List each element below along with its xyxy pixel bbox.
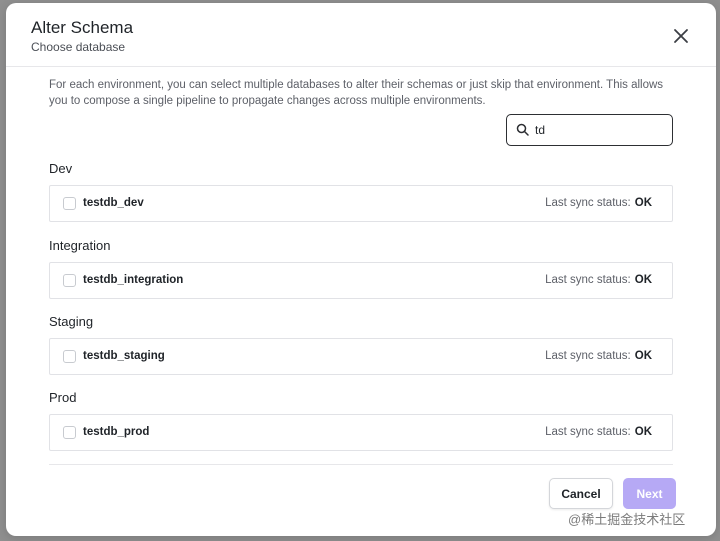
sync-status-label: Last sync status: [545,197,631,209]
sync-status: Last sync status: OK [545,350,652,362]
next-button[interactable]: Next [623,478,676,509]
database-name: testdb_staging [83,350,165,362]
close-icon [674,29,688,43]
dialog-title: Alter Schema [31,18,134,37]
sync-status-label: Last sync status: [545,426,631,438]
env-label-dev: Dev [49,161,73,176]
sync-status-value: OK [634,426,652,438]
database-checkbox[interactable] [63,197,76,210]
database-name: testdb_dev [83,197,144,209]
cancel-button[interactable]: Cancel [549,478,613,509]
close-button[interactable] [670,25,692,47]
dialog-description: For each environment, you can select mul… [49,79,664,107]
env-label-prod: Prod [49,390,77,405]
database-row-dev[interactable]: testdb_dev Last sync status: OK [49,185,673,222]
footer-divider [49,464,673,465]
database-row-integration[interactable]: testdb_integration Last sync status: OK [49,262,673,299]
sync-status-label: Last sync status: [545,274,631,286]
database-checkbox[interactable] [63,350,76,363]
sync-status: Last sync status: OK [545,197,652,209]
sync-status: Last sync status: OK [545,274,652,286]
sync-status-value: OK [634,274,652,286]
dialog-subtitle: Choose database [31,40,126,54]
sync-status-value: OK [634,197,652,209]
database-checkbox[interactable] [63,426,76,439]
search-input[interactable] [535,120,665,140]
sync-status-value: OK [634,350,652,362]
search-icon [516,123,529,136]
database-row-prod[interactable]: testdb_prod Last sync status: OK [49,414,673,451]
env-label-staging: Staging [49,314,94,329]
sync-status: Last sync status: OK [545,426,652,438]
watermark-text: @稀土掘金技术社区 [568,512,686,527]
database-name: testdb_prod [83,426,150,438]
env-label-integration: Integration [49,238,111,253]
sync-status-label: Last sync status: [545,350,631,362]
alter-schema-dialog: Alter Schema Choose database For each en… [6,3,716,536]
database-row-staging[interactable]: testdb_staging Last sync status: OK [49,338,673,375]
database-checkbox[interactable] [63,274,76,287]
header-divider [6,66,716,67]
database-name: testdb_integration [83,274,184,286]
search-box[interactable] [506,114,673,146]
